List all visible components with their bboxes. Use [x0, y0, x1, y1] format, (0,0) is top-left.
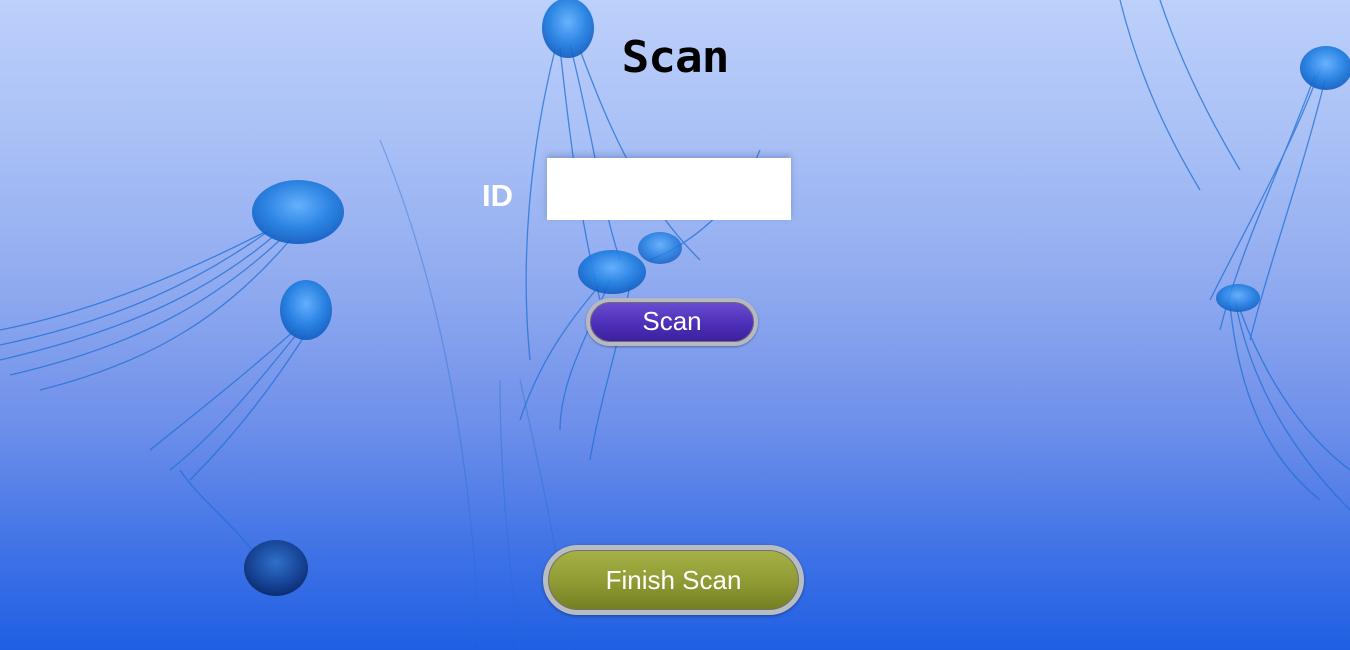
scan-button[interactable]: Scan: [586, 298, 758, 346]
page-title: Scan: [621, 31, 730, 83]
id-input[interactable]: [547, 158, 791, 220]
finish-scan-button[interactable]: Finish Scan: [543, 545, 804, 615]
id-label: ID: [482, 178, 513, 213]
jellyfish-bells: [244, 0, 1350, 596]
